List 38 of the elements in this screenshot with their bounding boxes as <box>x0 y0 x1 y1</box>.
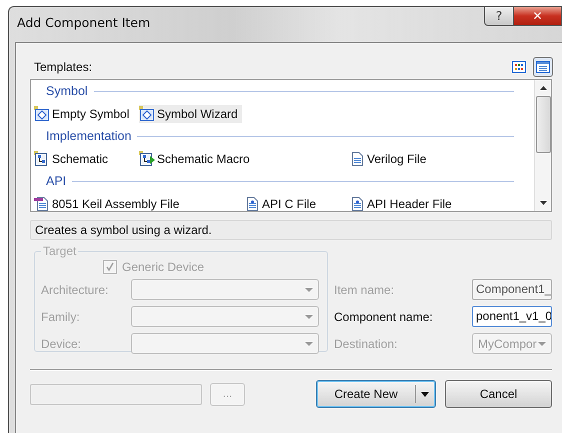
group-legend: Target <box>41 244 78 258</box>
window-title: Add Component Item <box>17 15 150 30</box>
scrollbar[interactable] <box>534 80 551 211</box>
close-button[interactable]: ✕ <box>514 7 562 26</box>
caret-icon <box>421 392 429 396</box>
caret-icon <box>305 314 313 318</box>
template-item[interactable]: API Header File <box>349 194 456 212</box>
group-header: API <box>46 174 66 188</box>
description-text: Creates a symbol using a wizard. <box>35 223 212 237</box>
field-label: Device: <box>41 336 82 350</box>
field-label: Destination: <box>334 336 398 350</box>
caret-icon <box>305 288 313 292</box>
template-item[interactable]: Verilog File <box>349 150 430 168</box>
document-icon <box>349 150 365 166</box>
template-item[interactable]: Schematic Macro <box>139 150 254 168</box>
cancel-button[interactable]: Cancel <box>445 380 552 408</box>
caret-icon <box>538 342 546 346</box>
group-header: Implementation <box>46 129 132 143</box>
create-new-button[interactable]: Create New <box>316 380 436 408</box>
help-button[interactable]: ? <box>484 7 514 26</box>
field-label: Architecture: <box>41 282 108 296</box>
group-header: Symbol <box>46 84 88 98</box>
template-item[interactable]: Schematic <box>34 150 112 168</box>
template-item[interactable]: 8051 Keil Assembly File <box>34 194 184 212</box>
schematic-icon <box>139 150 155 166</box>
template-item[interactable]: API C File <box>244 194 320 212</box>
template-item[interactable]: Symbol Wizard <box>139 104 242 122</box>
field-label: Family: <box>41 310 80 324</box>
scroll-up-icon[interactable] <box>540 86 546 90</box>
templates-label: Templates: <box>34 60 92 74</box>
field-label: Component name: <box>334 310 433 324</box>
caret-icon <box>305 342 313 346</box>
field-label: Item name: <box>334 282 394 296</box>
template-item[interactable]: Empty Symbol <box>34 104 134 122</box>
path-field[interactable] <box>30 384 202 404</box>
scroll-down-icon[interactable] <box>540 201 546 205</box>
schematic-icon <box>34 150 50 166</box>
list-view-button[interactable] <box>533 57 553 77</box>
